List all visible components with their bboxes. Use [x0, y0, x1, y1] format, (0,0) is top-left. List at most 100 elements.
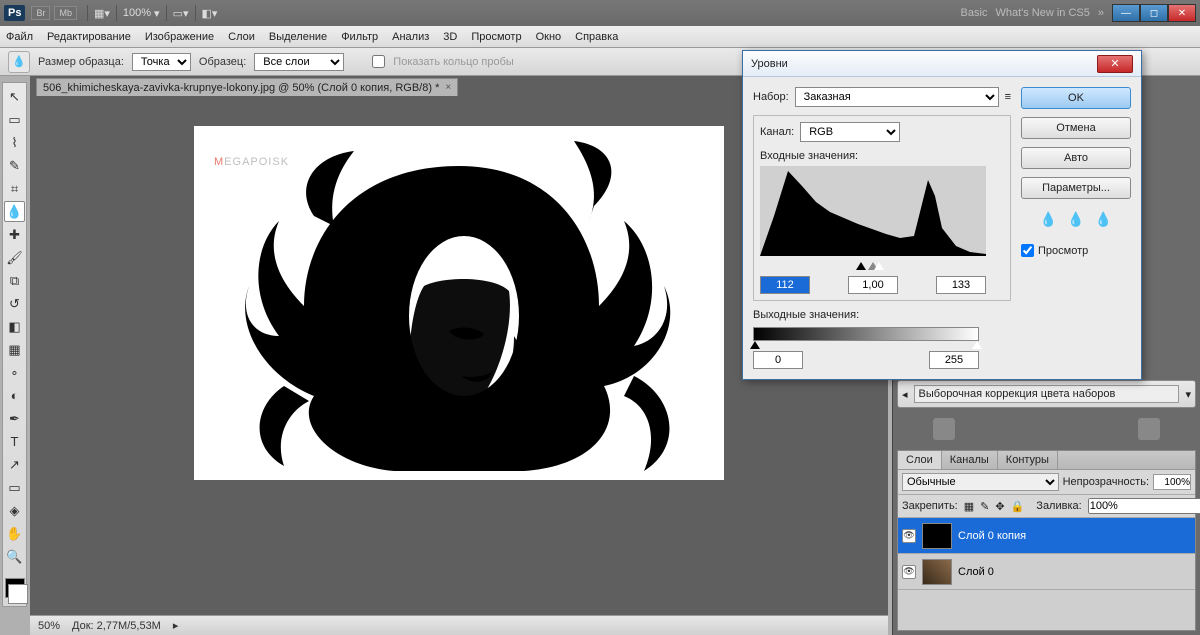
show-ring-checkbox[interactable] — [372, 55, 385, 68]
canvas[interactable]: MEGAPOISK — [194, 126, 724, 480]
layer-name[interactable]: Слой 0 — [958, 566, 994, 578]
pen-tool-icon[interactable]: ✒ — [4, 408, 25, 429]
workspace-more-icon[interactable]: » — [1098, 7, 1104, 19]
screen-mode-icon[interactable]: ▦▾ — [94, 7, 110, 20]
eyedropper-tool-icon[interactable]: 💧 — [8, 51, 30, 73]
sample-layers-select[interactable]: Все слои — [254, 53, 344, 71]
layer-thumbnail[interactable] — [922, 523, 952, 549]
hand-tool-icon[interactable]: ✋ — [4, 523, 25, 544]
shape-tool-icon[interactable]: ▭ — [4, 477, 25, 498]
menu-view[interactable]: Просмотр — [471, 31, 521, 43]
status-arrow-icon[interactable]: ▸ — [173, 619, 179, 632]
gamma-input[interactable] — [848, 276, 898, 294]
adj-layer-icon[interactable] — [933, 418, 955, 440]
blur-tool-icon[interactable]: ∘ — [4, 362, 25, 383]
menu-window[interactable]: Окно — [536, 31, 562, 43]
white-eyedropper-icon[interactable]: 💧 — [1095, 211, 1112, 228]
sample-size-select[interactable]: Точка — [132, 53, 191, 71]
menu-layer[interactable]: Слои — [228, 31, 255, 43]
menu-file[interactable]: Файл — [6, 31, 33, 43]
preset-select[interactable]: Заказная — [795, 87, 999, 107]
menu-filter[interactable]: Фильтр — [341, 31, 378, 43]
path-tool-icon[interactable]: ↗ — [4, 454, 25, 475]
output-black-input[interactable] — [753, 351, 803, 369]
visibility-icon[interactable]: 👁 — [902, 529, 916, 543]
marquee-tool-icon[interactable]: ▭ — [4, 109, 25, 130]
workspace-whatsnew[interactable]: What's New in CS5 — [995, 7, 1089, 19]
stamp-tool-icon[interactable]: ⧉ — [4, 270, 25, 291]
black-input[interactable] — [760, 276, 810, 294]
output-white-slider[interactable] — [972, 341, 982, 349]
input-sliders[interactable] — [760, 260, 986, 270]
channel-select[interactable]: RGB — [800, 122, 900, 142]
cancel-button[interactable]: Отмена — [1021, 117, 1131, 139]
menu-analysis[interactable]: Анализ — [392, 31, 429, 43]
tab-channels[interactable]: Каналы — [942, 451, 998, 469]
gradient-tool-icon[interactable]: ▦ — [4, 339, 25, 360]
ok-button[interactable]: OK — [1021, 87, 1131, 109]
dodge-tool-icon[interactable]: ◐ — [4, 385, 25, 406]
options-button[interactable]: Параметры... — [1021, 177, 1131, 199]
black-point-slider[interactable] — [856, 262, 866, 270]
visibility-icon[interactable]: 👁 — [902, 565, 916, 579]
dialog-close-button[interactable]: ✕ — [1097, 55, 1133, 73]
opacity-input[interactable] — [1153, 474, 1191, 490]
white-input[interactable] — [936, 276, 986, 294]
histogram[interactable] — [760, 166, 986, 256]
eyedropper-tool-icon[interactable]: 💧 — [4, 201, 25, 222]
tab-paths[interactable]: Контуры — [998, 451, 1058, 469]
menu-edit[interactable]: Редактирование — [47, 31, 131, 43]
adj-dd-arrow-icon[interactable]: ▾ — [1185, 388, 1191, 401]
bridge-icon[interactable]: Br — [31, 6, 50, 20]
type-tool-icon[interactable]: T — [4, 431, 25, 452]
eraser-tool-icon[interactable]: ◧ — [4, 316, 25, 337]
3d-tool-icon[interactable]: ◈ — [4, 500, 25, 521]
healing-tool-icon[interactable]: ✚ — [4, 224, 25, 245]
minibridge-icon[interactable]: Mb — [54, 6, 77, 20]
quickselect-tool-icon[interactable]: ✎ — [4, 155, 25, 176]
brush-tool-icon[interactable]: 🖌 — [4, 247, 25, 268]
workspace-basic[interactable]: Basic — [961, 7, 988, 19]
layer-thumbnail[interactable] — [922, 559, 952, 585]
layer-name[interactable]: Слой 0 копия — [958, 530, 1026, 542]
white-point-slider[interactable] — [874, 262, 884, 270]
menu-help[interactable]: Справка — [575, 31, 618, 43]
extras-icon[interactable]: ◧▾ — [202, 7, 218, 20]
window-maximize-button[interactable]: ◻ — [1140, 4, 1168, 22]
blend-mode-select[interactable]: Обычные — [902, 473, 1059, 491]
background-swatch[interactable] — [8, 584, 28, 604]
menu-select[interactable]: Выделение — [269, 31, 327, 43]
document-tab[interactable]: 506_khimicheskaya-zavivka-krupnye-lokony… — [36, 78, 458, 96]
fill-input[interactable] — [1088, 498, 1200, 514]
auto-button[interactable]: Авто — [1021, 147, 1131, 169]
layer-row[interactable]: 👁 Слой 0 копия — [898, 518, 1195, 554]
move-tool-icon[interactable]: ↖ — [4, 86, 25, 107]
adj-back-icon[interactable]: ◂ — [902, 388, 908, 401]
output-black-slider[interactable] — [750, 341, 760, 349]
close-tab-icon[interactable]: × — [445, 82, 451, 93]
lock-transparent-icon[interactable]: ▦ — [964, 500, 974, 513]
dialog-titlebar[interactable]: Уровни ✕ — [743, 51, 1141, 77]
lock-pixels-icon[interactable]: ✎ — [980, 500, 989, 513]
zoom-tool-icon[interactable]: 🔍 — [4, 546, 25, 567]
history-brush-tool-icon[interactable]: ↺ — [4, 293, 25, 314]
window-minimize-button[interactable]: — — [1112, 4, 1140, 22]
lasso-tool-icon[interactable]: ⌇ — [4, 132, 25, 153]
window-close-button[interactable]: ✕ — [1168, 4, 1196, 22]
output-gradient[interactable] — [753, 327, 979, 341]
crop-tool-icon[interactable]: ⌗ — [4, 178, 25, 199]
adj-mask-icon[interactable] — [1138, 418, 1160, 440]
arrange-icon[interactable]: ▭▾ — [173, 7, 189, 20]
adj-preset-dropdown[interactable]: Выборочная коррекция цвета наборов — [914, 385, 1180, 403]
output-white-input[interactable] — [929, 351, 979, 369]
menu-3d[interactable]: 3D — [443, 31, 457, 43]
preview-checkbox[interactable] — [1021, 244, 1034, 257]
layer-row[interactable]: 👁 Слой 0 — [898, 554, 1195, 590]
lock-position-icon[interactable]: ✥ — [995, 500, 1004, 513]
menu-image[interactable]: Изображение — [145, 31, 214, 43]
black-eyedropper-icon[interactable]: 💧 — [1040, 211, 1057, 228]
lock-all-icon[interactable]: 🔒 — [1011, 500, 1025, 513]
gray-eyedropper-icon[interactable]: 💧 — [1067, 211, 1084, 228]
status-zoom[interactable]: 50% — [38, 620, 60, 632]
zoom-level[interactable]: 100% — [123, 7, 151, 19]
